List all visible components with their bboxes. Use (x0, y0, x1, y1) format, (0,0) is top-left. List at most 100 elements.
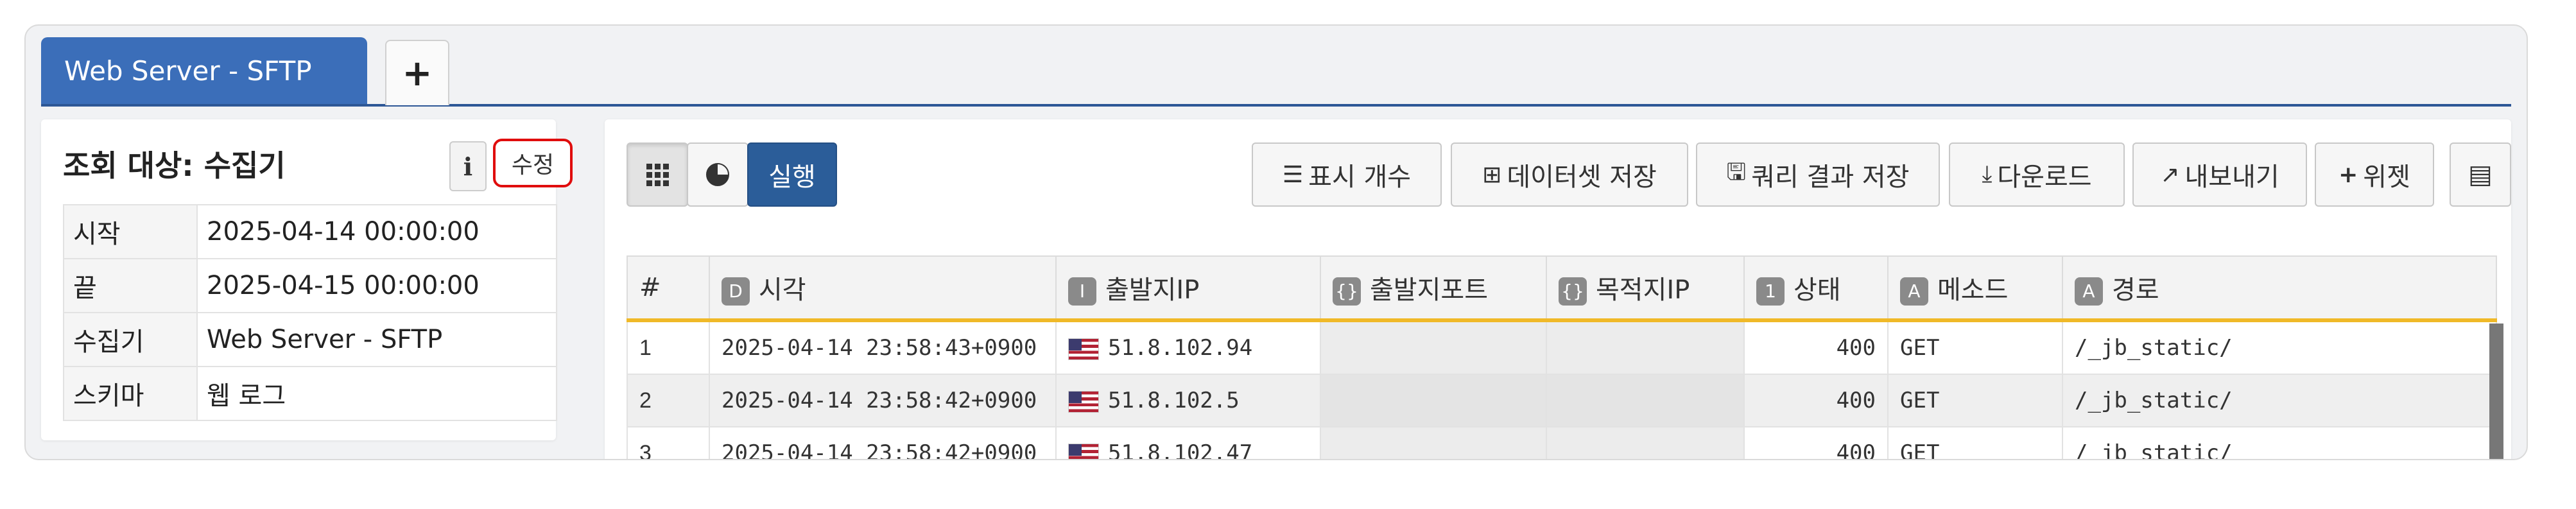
table-row[interactable]: 1 2025-04-14 23:58:43+0900 51.8.102.94 4… (627, 320, 2497, 375)
cell-path: /_jb_static/ (2062, 374, 2497, 427)
save-dataset-label: 데이터셋 저장 (1507, 162, 1657, 192)
meta-key: 끝 (63, 258, 198, 313)
column-header-path[interactable]: A 경로 (2062, 255, 2497, 322)
column-header-index[interactable]: # (627, 255, 710, 322)
meta-key: 시작 (63, 204, 198, 259)
cell-src-ip: 51.8.102.47 (1055, 426, 1321, 460)
edit-button[interactable]: 수정 (493, 139, 573, 187)
column-header-dst-ip[interactable]: {} 목적지IP (1546, 255, 1745, 322)
save-query-label: 쿼리 결과 저장 (1751, 162, 1910, 192)
us-flag-icon (1068, 338, 1099, 360)
cell-dst-ip (1546, 374, 1745, 427)
date-type-badge: D (722, 277, 750, 306)
query-target-table: 시작 2025-04-14 00:00:00 끝 2025-04-15 00:0… (63, 204, 557, 421)
run-button-label: 실행 (768, 162, 816, 192)
cell-index: 3 (627, 426, 710, 459)
table-header-row: # D 시각 I 출발지IP {} 출발지포트 {} 목적지IP 1 상태 A 메소드 A경… (627, 255, 2497, 322)
cell-method: GET (1887, 374, 2063, 427)
cell-index: 1 (627, 320, 710, 375)
meta-value: 2025-04-14 00:00:00 (196, 204, 557, 259)
column-label: 출발지포트 (1370, 275, 1488, 305)
ip-type-badge: I (1068, 277, 1096, 306)
save-query-result-button[interactable]: 🖫 쿼리 결과 저장 (1696, 142, 1940, 207)
table-row[interactable]: 2 2025-04-14 23:58:42+0900 51.8.102.5 40… (627, 374, 2497, 427)
string-type-badge: A (1900, 277, 1928, 306)
save-icon: 🖫 (1726, 159, 1747, 185)
src-ip-value: 51.8.102.47 (1108, 440, 1253, 460)
column-label: 상태 (1794, 275, 1841, 305)
grid-icon (646, 163, 669, 186)
cell-path: /_jb_static/ (2062, 320, 2497, 375)
widget-label: 위젯 (2363, 162, 2410, 192)
pie-chart-icon (706, 163, 729, 186)
meta-value: Web Server - SFTP (196, 312, 557, 367)
display-count-button[interactable]: ☰ 표시 개수 (1252, 142, 1442, 207)
cell-time: 2025-04-14 23:58:43+0900 (709, 320, 1057, 375)
panel-title: 조회 대상: 수집기 (63, 148, 286, 183)
column-label: 시각 (759, 275, 806, 305)
cell-src-port (1320, 426, 1547, 459)
column-header-status[interactable]: 1 상태 (1743, 255, 1889, 322)
src-ip-value: 51.8.102.5 (1108, 388, 1240, 413)
table-settings-icon: ▤ (2468, 160, 2493, 189)
cell-time: 2025-04-14 23:58:42+0900 (709, 426, 1057, 459)
meta-value: 웹 로그 (196, 366, 557, 421)
widget-button[interactable]: + 위젯 (2315, 142, 2434, 207)
column-label: 메소드 (1937, 275, 2009, 305)
meta-row: 시작 2025-04-14 00:00:00 (63, 204, 557, 259)
cell-dst-ip (1546, 320, 1745, 375)
tab-label: Web Server - SFTP (64, 55, 312, 87)
column-label: # (639, 273, 661, 302)
cell-method: GET (1887, 320, 2063, 375)
column-header-src-ip[interactable]: I 출발지IP (1055, 255, 1321, 322)
download-button[interactable]: ⤓ 다운로드 (1949, 142, 2125, 207)
results-table: # D 시각 I 출발지IP {} 출발지포트 {} 목적지IP 1 상태 A 메소드 A경… (627, 255, 2497, 460)
meta-key: 스키마 (63, 366, 198, 421)
cell-time: 2025-04-14 23:58:42+0900 (709, 374, 1057, 427)
list-icon: ☰ (1282, 161, 1304, 188)
meta-row: 스키마 웹 로그 (63, 366, 557, 421)
cell-status: 400 (1743, 426, 1889, 459)
tab-strip: Web Server - SFTP + (41, 37, 2511, 107)
column-header-time[interactable]: D 시각 (709, 255, 1057, 322)
app-window: Web Server - SFTP + 조회 대상: 수집기 i 수정 시작 2… (24, 24, 2528, 460)
export-button[interactable]: ↗ 내보내기 (2132, 142, 2307, 207)
table-scrollbar[interactable] (2489, 324, 2503, 459)
cell-src-ip: 51.8.102.94 (1055, 320, 1321, 375)
table-row[interactable]: 3 2025-04-14 23:58:42+0900 51.8.102.47 4… (627, 426, 2497, 460)
column-header-method[interactable]: A 메소드 (1887, 255, 2063, 322)
tab-web-server-sftp[interactable]: Web Server - SFTP (41, 37, 367, 104)
meta-key: 수집기 (63, 312, 198, 367)
info-button[interactable]: i (449, 141, 487, 191)
download-icon: ⤓ (1982, 161, 1993, 187)
query-results-panel: 실행 ☰ 표시 개수 ⊞ 데이터셋 저장 🖫 쿼리 결과 저장 ⤓ 다운로드 ↗… (605, 119, 2511, 460)
save-dataset-button[interactable]: ⊞ 데이터셋 저장 (1451, 142, 1688, 207)
table-settings-button[interactable]: ▤ (2450, 142, 2511, 207)
plus-icon: + (402, 52, 433, 94)
meta-value: 2025-04-15 00:00:00 (196, 258, 557, 313)
download-label: 다운로드 (1997, 162, 2092, 192)
column-header-src-port[interactable]: {} 출발지포트 (1320, 255, 1547, 322)
cell-status: 400 (1743, 374, 1889, 427)
object-type-badge: {} (1333, 277, 1361, 306)
cell-src-port (1320, 320, 1547, 375)
column-label: 출발지IP (1105, 275, 1200, 305)
object-type-badge: {} (1559, 277, 1587, 306)
cell-index: 2 (627, 374, 710, 427)
meta-row: 수집기 Web Server - SFTP (63, 312, 557, 367)
cell-path: /_jb_static/ (2062, 426, 2497, 459)
cell-src-port (1320, 374, 1547, 427)
grid-view-button[interactable] (627, 142, 688, 207)
query-target-panel: 조회 대상: 수집기 i 수정 시작 2025-04-14 00:00:00 끝… (41, 119, 573, 440)
plus-icon: + (2338, 161, 2358, 188)
column-label: 경로 (2112, 275, 2159, 305)
display-count-label: 표시 개수 (1308, 162, 1412, 192)
export-icon: ↗ (2160, 161, 2180, 188)
cell-dst-ip (1546, 426, 1745, 459)
export-label: 내보내기 (2184, 162, 2279, 192)
run-button[interactable]: 실행 (747, 142, 837, 207)
cell-method: GET (1887, 426, 2063, 459)
chart-view-button[interactable] (687, 142, 748, 207)
cell-src-ip: 51.8.102.5 (1055, 374, 1321, 427)
add-tab-button[interactable]: + (385, 40, 449, 105)
